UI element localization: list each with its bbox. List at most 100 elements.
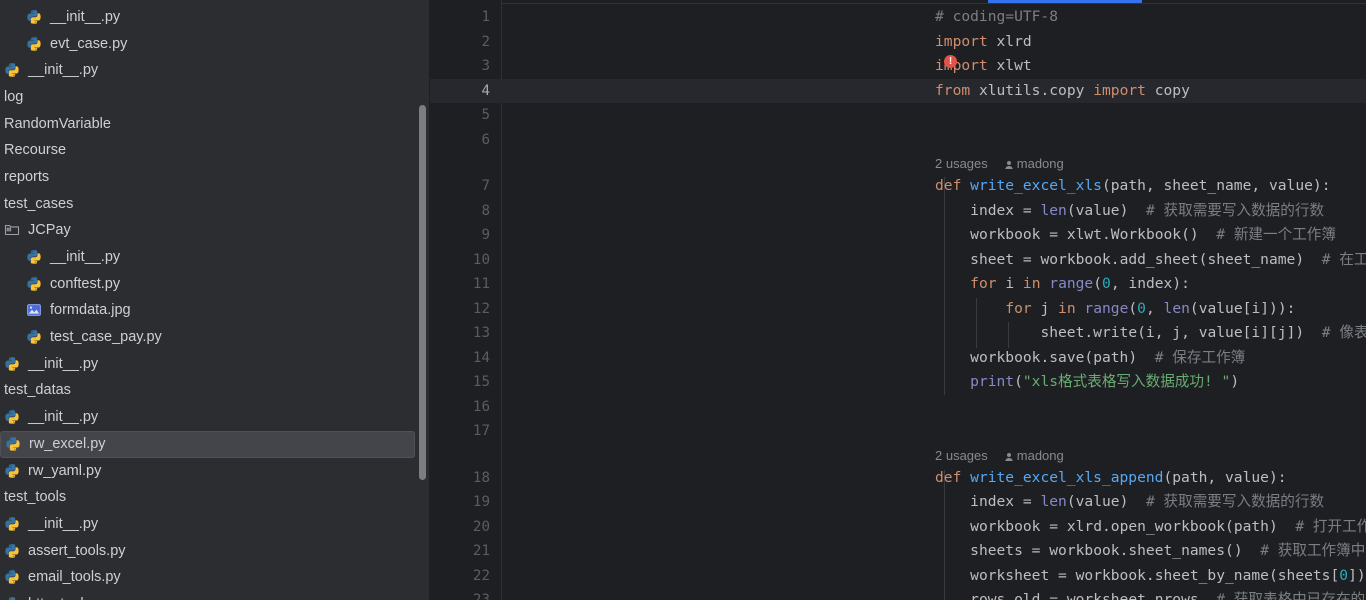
line-number[interactable]: 7 [430,174,490,199]
tree-item-label: __init__.py [28,409,99,426]
code-line[interactable]: 22 worksheet = workbook.sheet_by_name(sh… [430,564,1366,589]
line-number[interactable]: 11 [430,272,490,297]
code-line-text: sheets = workbook.sheet_names() # 获取工作簿中… [970,542,1366,559]
line-number[interactable]: 20 [430,515,490,540]
code-line[interactable]: 10 sheet = workbook.add_sheet(sheet_name… [430,248,1366,273]
code-line-text: workbook = xlwt.Workbook() # 新建一个工作簿 [970,226,1336,243]
code-line[interactable]: 16 [430,395,1366,420]
code-line[interactable]: 6 [430,128,1366,153]
author-hint[interactable]: madong [1004,448,1064,463]
tree-item[interactable]: test_cases [0,191,430,218]
line-number[interactable]: 6 [430,128,490,153]
tree-item[interactable]: http_tools.py [0,591,430,600]
project-tree-panel[interactable]: __init__.py evt_case.py __init__.py log Rand… [0,0,430,600]
tree-item[interactable]: __init__.py [0,4,430,31]
code-line[interactable]: 3 import xlwt [430,54,1366,79]
code-line[interactable]: 20 workbook = xlrd.open_workbook(path) #… [430,515,1366,540]
line-number[interactable]: 17 [430,419,490,444]
python-file-icon [4,356,21,373]
code-line-current[interactable]: 4 from xlutils.copy import copy [430,78,1366,104]
code-line[interactable]: 7 def write_excel_xls(path, sheet_name, v… [430,174,1366,199]
code-lines-container[interactable]: 1 # coding=UTF-8 2 import xlrd 3 import xlwt!… [430,0,1366,600]
usages-count[interactable]: 2 usages [935,156,988,171]
line-number[interactable]: 3 [430,54,490,79]
error-marker-icon[interactable]: ! [944,55,957,68]
tree-item[interactable]: test_datas [0,378,430,405]
tree-item-selected[interactable]: rw_excel.py [0,431,415,458]
code-line[interactable]: 11 for i in range(0, index): [430,272,1366,297]
code-line[interactable]: 8 index = len(value) # 获取需要写入数据的行数 [430,199,1366,224]
python-file-icon [4,62,21,79]
tree-item[interactable]: formdata.jpg [0,298,430,325]
line-number[interactable]: 16 [430,395,490,420]
tree-item[interactable]: __init__.py [0,351,430,378]
line-number[interactable]: 23 [430,588,490,600]
code-line[interactable]: 1 # coding=UTF-8 [430,5,1366,30]
tree-item[interactable]: JCPay [0,218,430,245]
line-number[interactable]: 8 [430,199,490,224]
code-line[interactable]: 18 def write_excel_xls_append(path, value… [430,466,1366,491]
tree-item[interactable]: __init__.py [0,511,430,538]
tree-item[interactable]: __init__.py [0,244,430,271]
code-line[interactable]: 12 for j in range(0, len(value[i])): [430,297,1366,322]
inlay-hint-usages[interactable]: 2 usages madong [935,445,1064,467]
python-file-icon [4,596,21,600]
tree-item[interactable]: __init__.py [0,404,430,431]
tree-item-label: test_cases [4,195,74,212]
line-number[interactable]: 18 [430,466,490,491]
tree-item[interactable]: test_case_pay.py [0,324,430,351]
author-hint[interactable]: madong [1004,156,1064,171]
tree-item-label: reports [4,168,50,185]
tree-item[interactable]: evt_case.py [0,31,430,58]
code-line[interactable]: 17 [430,419,1366,444]
tree-item[interactable]: RandomVariable [0,111,430,138]
line-number[interactable]: 10 [430,248,490,273]
code-line[interactable]: 14 workbook.save(path) # 保存工作簿 [430,346,1366,371]
ide-window: __init__.py evt_case.py __init__.py log Rand… [0,0,1366,600]
code-line[interactable]: 13 sheet.write(i, j, value[i][j]) # 像表格中… [430,321,1366,346]
tree-item-label: log [4,88,24,105]
code-line[interactable]: 19 index = len(value) # 获取需要写入数据的行数 [430,490,1366,515]
line-number[interactable]: 13 [430,321,490,346]
line-number[interactable]: 19 [430,490,490,515]
line-number[interactable]: 5 [430,103,490,128]
line-number[interactable]: 22 [430,564,490,589]
line-number[interactable]: 4 [430,79,490,104]
code-line[interactable]: 23 rows_old = worksheet.nrows # 获取表格中已存在… [430,588,1366,600]
inlay-hint-usages[interactable]: 2 usages madong [935,153,1064,175]
tree-item-label: Recourse [4,142,67,159]
line-number[interactable]: 12 [430,297,490,322]
project-tree-list[interactable]: __init__.py evt_case.py __init__.py log Rand… [0,4,430,600]
tree-item[interactable]: reports [0,164,430,191]
line-number[interactable]: 1 [430,5,490,30]
tree-item-label: __init__.py [28,515,99,532]
tree-item[interactable]: test_tools [0,484,430,511]
line-number[interactable]: 2 [430,30,490,55]
tree-item[interactable]: rw_yaml.py [0,458,430,485]
python-file-icon [26,249,43,266]
tree-item[interactable]: __init__.py [0,57,430,84]
code-line-text: worksheet = workbook.sheet_by_name(sheet… [970,566,1366,584]
line-number[interactable]: 14 [430,346,490,371]
python-file-icon [26,276,43,293]
code-line[interactable]: 5 [430,103,1366,128]
usages-count[interactable]: 2 usages [935,448,988,463]
tree-item[interactable]: email_tools.py [0,564,430,591]
code-line[interactable]: 2 import xlrd [430,30,1366,55]
code-line[interactable]: 15 print("xls格式表格写入数据成功! ") [430,370,1366,395]
code-line[interactable]: 21 sheets = workbook.sheet_names() # 获取工… [430,539,1366,564]
sidebar-scrollbar-thumb[interactable] [419,105,426,480]
tree-item[interactable]: Recourse [0,137,430,164]
tree-item[interactable]: assert_tools.py [0,538,430,565]
code-editor[interactable]: 1 # coding=UTF-8 2 import xlrd 3 import xlwt!… [430,0,1366,600]
line-number[interactable]: 15 [430,370,490,395]
code-line-text: print("xls格式表格写入数据成功! ") [970,373,1240,390]
author-name: madong [1016,447,1064,463]
tree-item[interactable]: log [0,84,430,111]
code-line[interactable]: 9 workbook = xlwt.Workbook() # 新建一个工作簿 [430,223,1366,248]
line-number[interactable]: 21 [430,539,490,564]
tree-item[interactable]: conftest.py [0,271,430,298]
code-line-text: index = len(value) # 获取需要写入数据的行数 [970,201,1325,219]
line-number[interactable]: 9 [430,223,490,248]
code-line-text: index = len(value) # 获取需要写入数据的行数 [970,493,1325,510]
